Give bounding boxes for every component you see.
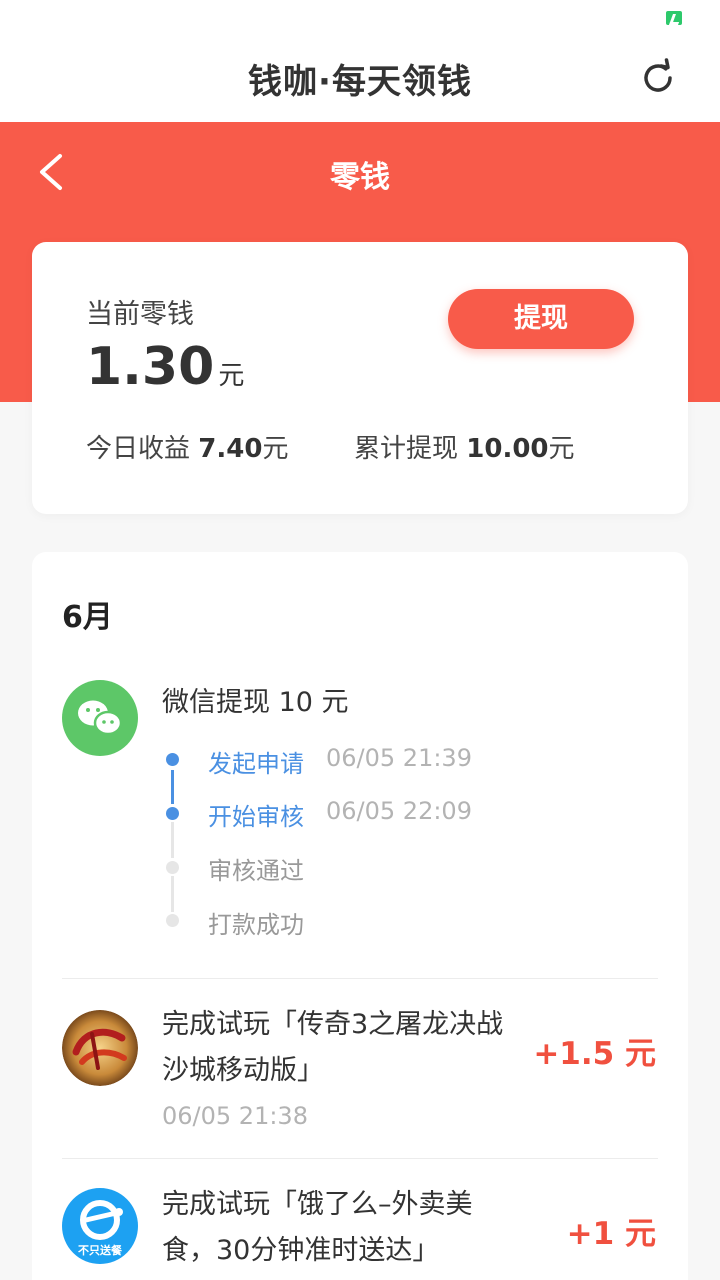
- balance-unit: 元: [218, 361, 245, 391]
- balance-amount: 1.30 元: [86, 337, 244, 397]
- step-time: 06/05 21:39: [326, 744, 472, 772]
- step-label: 打款成功: [208, 911, 304, 939]
- step-label: 开始审核: [208, 803, 304, 831]
- total-withdrawn-unit: 元: [548, 434, 575, 464]
- timeline-dot: [166, 753, 179, 766]
- divider: [62, 978, 658, 979]
- today-earnings: 今日收益 7.40元: [86, 428, 288, 465]
- today-earnings-label: 今日收益: [86, 434, 191, 464]
- total-withdrawn-label: 累计提现: [354, 434, 459, 464]
- task-title: 完成试玩「饿了么–外卖美 食，30分钟准时送达」: [162, 1182, 522, 1274]
- battery-icon: [666, 11, 682, 25]
- step-label: 发起申请: [208, 750, 304, 778]
- task-title-line: 沙城移动版」: [162, 1055, 324, 1086]
- month-heading: 6月: [62, 600, 113, 635]
- history-card: 6月 微信提现 10 元 发起申请 06/05 21:39 开始审核 06/05…: [32, 552, 688, 1280]
- balance-card: 当前零钱 1.30 元 提现 今日收益 7.40元 累计提现 10.00元: [32, 242, 688, 514]
- page-title: 零钱: [330, 160, 390, 195]
- task-title-line: 食，30分钟准时送达」: [162, 1235, 440, 1266]
- eleme-icon-text: 不只送餐: [78, 1243, 123, 1257]
- total-withdrawn: 累计提现 10.00元: [354, 428, 575, 465]
- task-title-line: 完成试玩「传奇3之屠龙决战: [162, 1009, 504, 1040]
- status-bar: [0, 0, 720, 36]
- app-header: 钱咖·每天领钱: [0, 36, 720, 122]
- step-label: 审核通过: [208, 857, 304, 885]
- timeline-connector: [171, 876, 174, 912]
- total-withdrawn-value: 10.00: [466, 434, 549, 464]
- wechat-icon: [62, 680, 138, 756]
- timeline-connector: [171, 822, 174, 858]
- balance-label: 当前零钱: [86, 299, 194, 330]
- timeline-dot: [166, 807, 179, 820]
- balance-value: 1.30: [86, 337, 215, 397]
- divider: [62, 1158, 658, 1159]
- game-chuanqi-icon: [62, 1010, 138, 1086]
- timeline-dot: [166, 914, 179, 927]
- reward-amount: +1 元: [566, 1216, 656, 1252]
- task-time: 06/05 21:38: [162, 1102, 308, 1130]
- timeline-connector: [171, 770, 174, 804]
- app-title: 钱咖·每天领钱: [248, 62, 472, 102]
- reward-amount: +1.5 元: [533, 1036, 656, 1072]
- task-title: 完成试玩「传奇3之屠龙决战 沙城移动版」: [162, 1002, 522, 1094]
- withdrawal-title: 微信提现 10 元: [162, 687, 349, 718]
- timeline-dot: [166, 861, 179, 874]
- today-earnings-value: 7.40: [198, 434, 263, 464]
- task-title-line: 完成试玩「饿了么–外卖美: [162, 1189, 473, 1220]
- eleme-icon: 不只送餐: [62, 1188, 138, 1264]
- refresh-icon[interactable]: [636, 56, 680, 100]
- today-earnings-unit: 元: [262, 434, 289, 464]
- withdraw-button[interactable]: 提现: [448, 289, 634, 349]
- step-time: 06/05 22:09: [326, 797, 472, 825]
